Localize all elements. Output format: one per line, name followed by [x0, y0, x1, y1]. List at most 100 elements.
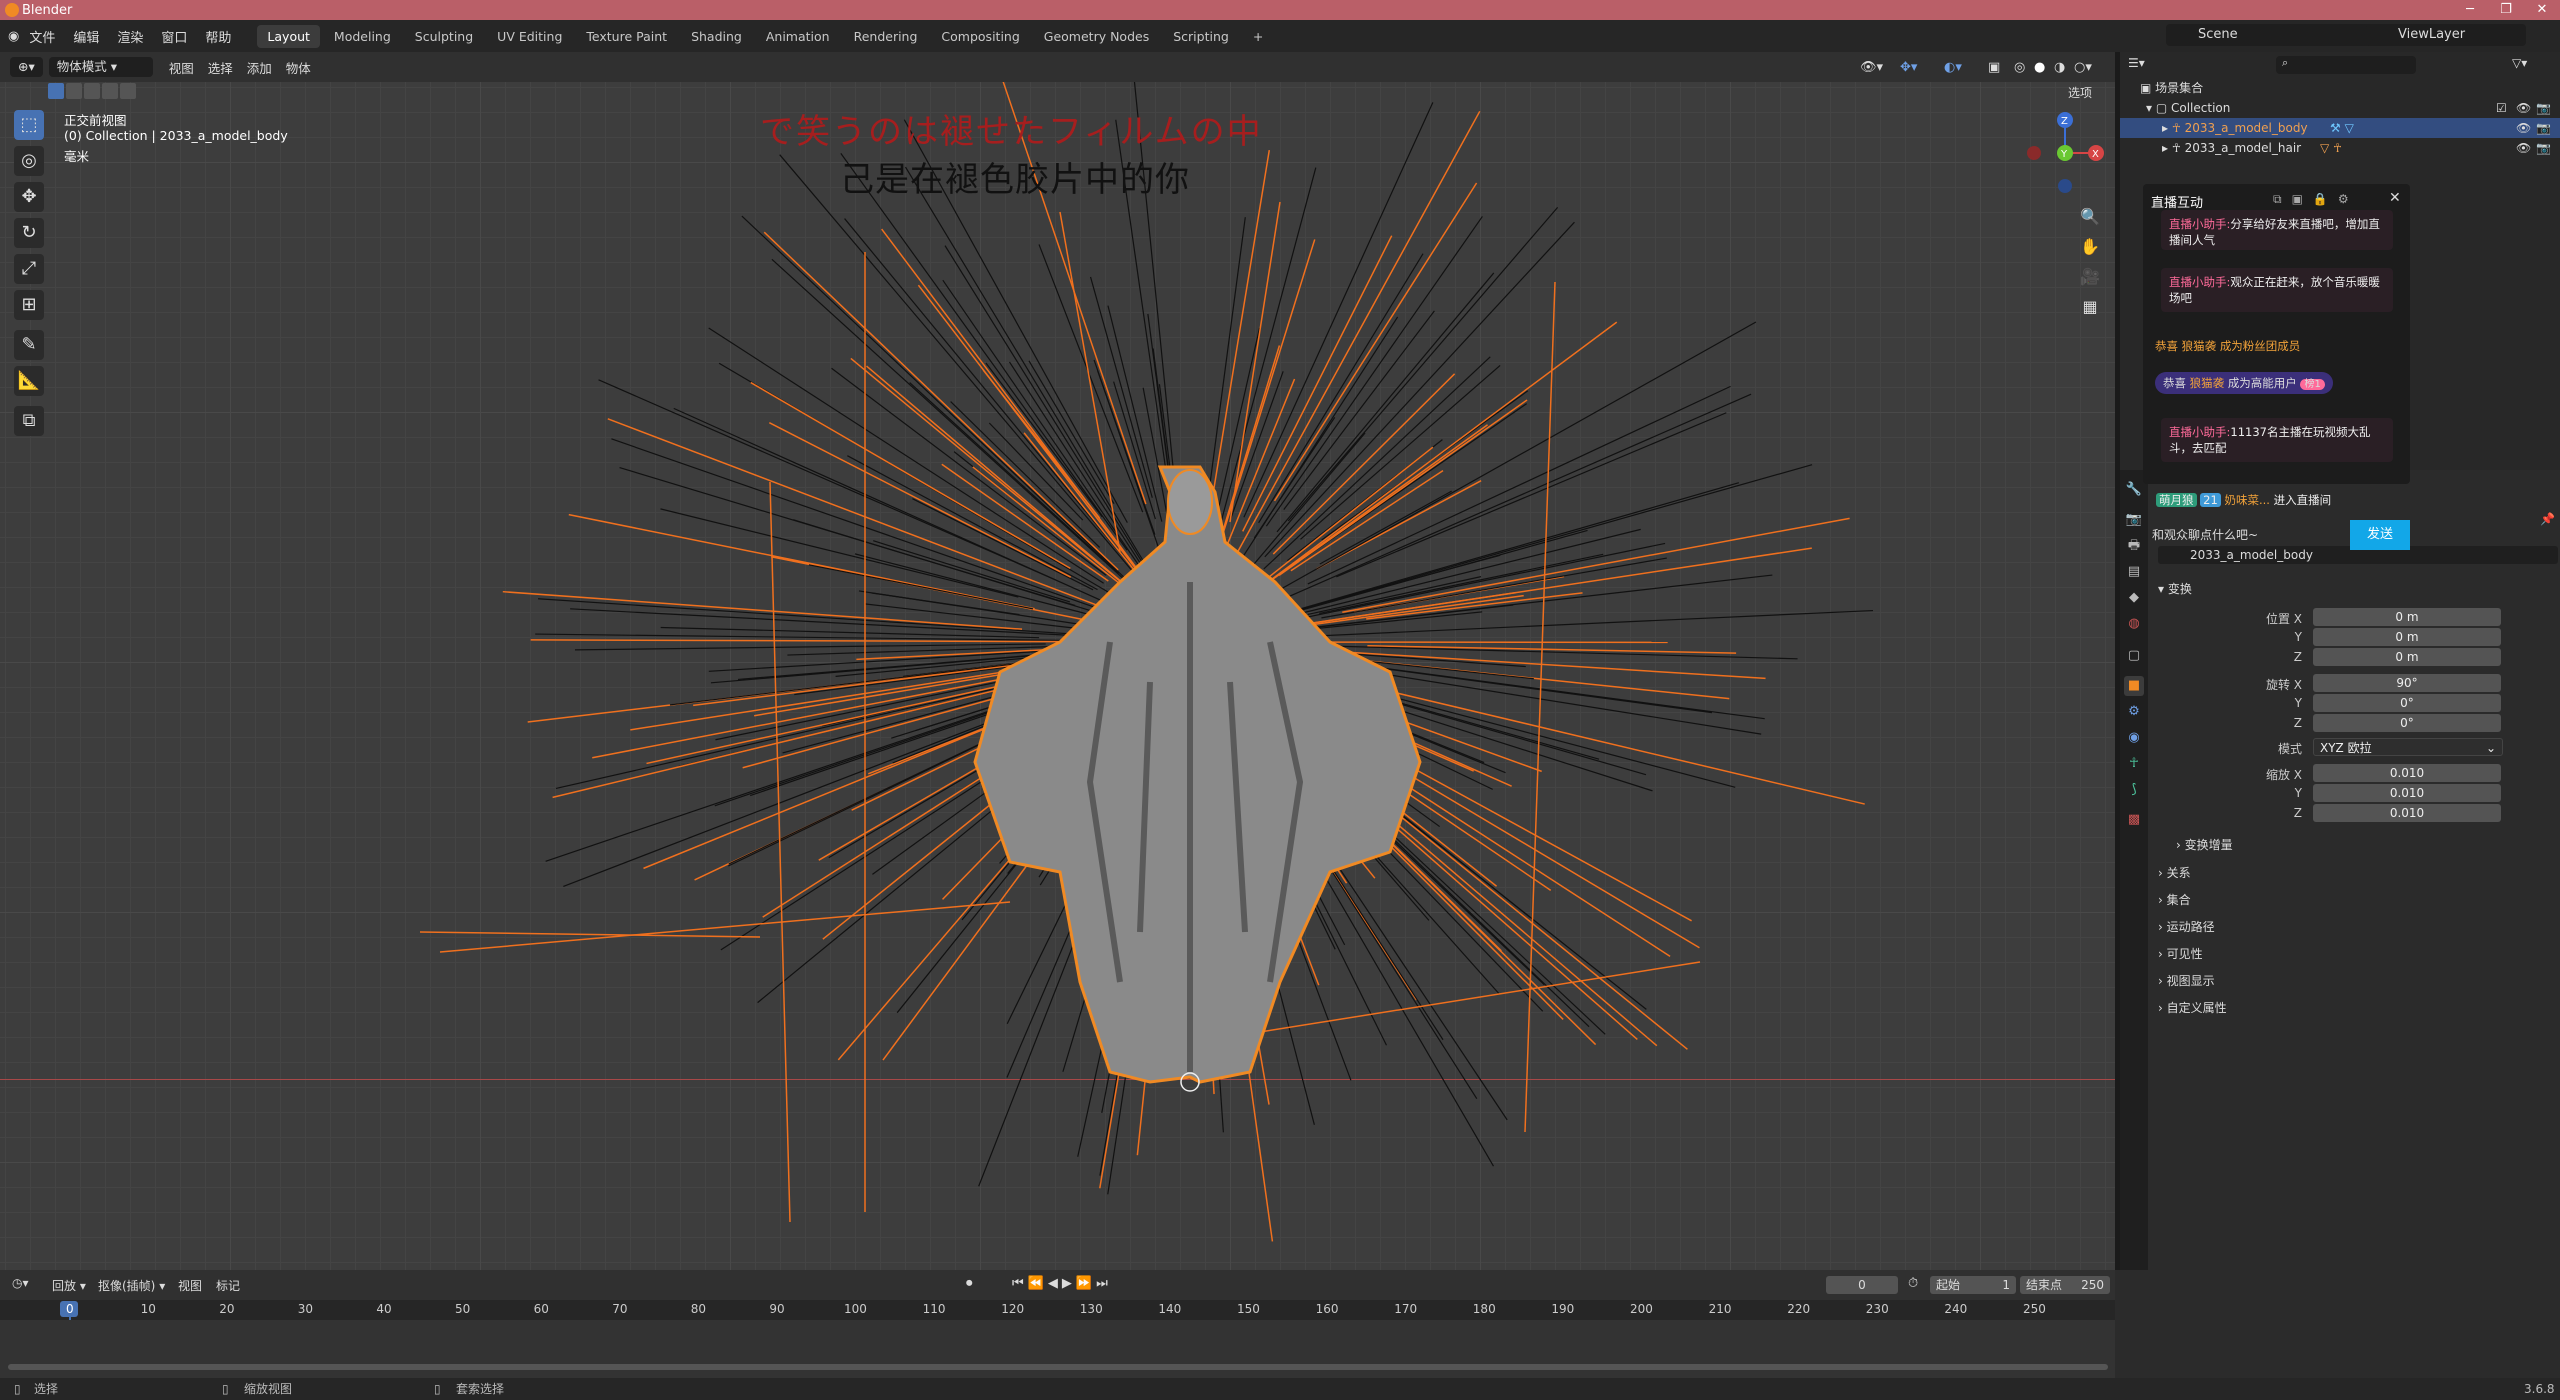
menu-timeline-view[interactable]: 视图	[178, 1277, 202, 1294]
rotation-mode-select[interactable]: XYZ 欧拉 ⌄	[2313, 738, 2503, 756]
tab-modeling[interactable]: Modeling	[324, 25, 401, 48]
tab-compositing[interactable]: Compositing	[931, 25, 1029, 48]
xray-icon[interactable]: ▣	[1988, 60, 2000, 75]
end-frame-field[interactable]: 结束点 250	[2020, 1276, 2110, 1294]
menu-select[interactable]: 选择	[208, 58, 233, 77]
outliner-item-hair[interactable]: ▸ ☥ 2033_a_model_hair ▽ ☥ 👁 📷	[2120, 138, 2560, 158]
body-visibility-icon[interactable]: 👁	[2516, 118, 2531, 138]
collection-render-icon[interactable]: 📷	[2536, 98, 2551, 118]
clock-icon[interactable]: ⏱	[1908, 1276, 1918, 1291]
hair-render-icon[interactable]: 📷	[2536, 138, 2551, 158]
chat-input[interactable]: 和观众聊点什么吧~	[2152, 526, 2258, 543]
texture-tab-icon[interactable]: ▩	[2124, 810, 2144, 830]
output-tab-icon[interactable]: 🖶	[2124, 536, 2144, 556]
physics-tab-icon[interactable]: ◉	[2124, 728, 2144, 748]
collection-tab-icon[interactable]: ▢	[2124, 646, 2144, 666]
menu-render[interactable]: 渲染	[117, 27, 143, 46]
overlay-toggle-icon[interactable]: ◐▾	[1944, 60, 1962, 75]
rotation-y-field[interactable]: 0°	[2313, 694, 2501, 712]
wireframe-shading-icon[interactable]: ◎	[2014, 60, 2025, 75]
current-frame-field[interactable]: 0	[1826, 1276, 1898, 1294]
location-y-field[interactable]: 0 m	[2313, 628, 2501, 646]
tool-tab-icon[interactable]: 🔧	[2124, 480, 2144, 500]
tab-animation[interactable]: Animation	[756, 25, 840, 48]
exclude-checkbox-icon[interactable]: ☑	[2496, 98, 2507, 118]
rotation-z-field[interactable]: 0°	[2313, 714, 2501, 732]
playback-controls[interactable]: ⏮⏪◀▶⏩⏭	[1012, 1276, 1112, 1291]
location-z-field[interactable]: 0 m	[2313, 648, 2501, 666]
close-window-icon[interactable]: ✕	[2524, 0, 2560, 20]
menu-view[interactable]: 视图	[169, 58, 194, 77]
solid-shading-icon[interactable]: ●	[2034, 60, 2045, 75]
menu-playback[interactable]: 回放 ▾	[52, 1277, 86, 1294]
scale-y-field[interactable]: 0.010	[2313, 784, 2501, 802]
menu-add[interactable]: 添加	[247, 58, 272, 77]
3d-viewport[interactable]: 正交前视图 (0) Collection | 2033_a_model_body…	[0, 82, 2115, 1270]
viewport-display-section[interactable]: › 视图显示	[2158, 972, 2215, 989]
timeline-editor-icon[interactable]: ◷▾	[12, 1276, 29, 1290]
visibility-section[interactable]: › 可见性	[2158, 945, 2203, 962]
menu-help[interactable]: 帮助	[205, 27, 231, 46]
menu-marker[interactable]: 标记	[216, 1277, 240, 1294]
custom-properties-section[interactable]: › 自定义属性	[2158, 999, 2227, 1016]
motion-paths-section[interactable]: › 运动路径	[2158, 918, 2215, 935]
outliner-item-body[interactable]: ▸ ☥ 2033_a_model_body ⚒ ▽ 👁 📷	[2120, 118, 2560, 138]
tab-shading[interactable]: Shading	[681, 25, 752, 48]
outliner-search-input[interactable]: ⌕	[2276, 56, 2416, 74]
hair-visibility-icon[interactable]: 👁	[2516, 138, 2531, 158]
scene-tab-icon[interactable]: ◆	[2124, 588, 2144, 608]
world-tab-icon[interactable]: ◍	[2124, 614, 2144, 634]
object-tab-icon[interactable]: ■	[2124, 676, 2144, 696]
menu-keying[interactable]: 抠像(插帧) ▾	[98, 1277, 165, 1294]
menu-edit[interactable]: 编辑	[73, 27, 99, 46]
scene-selector[interactable]: Scene	[2166, 24, 2386, 46]
mode-select[interactable]: 物体模式 ▾	[48, 57, 153, 77]
outliner-collection[interactable]: ▾ ▢ Collection ☑ 👁 📷	[2120, 98, 2560, 118]
editor-type-button[interactable]: ⊕▾	[10, 57, 43, 77]
timeline-scrollbar[interactable]	[8, 1364, 2108, 1370]
outliner-scene-collection[interactable]: ▣ 场景集合	[2120, 78, 2560, 98]
menu-window[interactable]: 窗口	[161, 27, 187, 46]
live-toolbar-icons[interactable]: ⧉▣🔒⚙	[2273, 192, 2359, 207]
gizmo-toggle-icon[interactable]: ✥▾	[1900, 60, 1917, 75]
transform-section-header[interactable]: ▾ 变换	[2158, 580, 2192, 597]
rendered-shading-icon[interactable]: ○▾	[2074, 60, 2092, 75]
menu-file[interactable]: 文件	[29, 27, 55, 46]
location-x-field[interactable]: 0 m	[2313, 608, 2501, 626]
constraint-tab-icon[interactable]: ☥	[2124, 754, 2144, 774]
auto-key-icon[interactable]: ⏺	[966, 1276, 973, 1291]
tab-rendering[interactable]: Rendering	[844, 25, 928, 48]
view-layer-tab-icon[interactable]: ▤	[2124, 562, 2144, 582]
visibility-icon[interactable]: 👁▾	[1860, 60, 1883, 75]
render-tab-icon[interactable]: 📷	[2124, 510, 2144, 530]
collections-section[interactable]: › 集合	[2158, 891, 2191, 908]
view-layer-selector[interactable]: ViewLayer	[2366, 24, 2526, 46]
tab-layout[interactable]: Layout	[257, 24, 320, 48]
collection-visibility-icon[interactable]: 👁	[2516, 98, 2531, 118]
add-workspace-button[interactable]: +	[1243, 25, 1273, 48]
scale-x-field[interactable]: 0.010	[2313, 764, 2501, 782]
live-close-icon[interactable]: ✕	[2389, 190, 2401, 206]
rotation-x-field[interactable]: 90°	[2313, 674, 2501, 692]
minimize-icon[interactable]: ─	[2452, 0, 2488, 20]
delta-transform-section[interactable]: › 变换增量	[2176, 836, 2233, 853]
body-render-icon[interactable]: 📷	[2536, 118, 2551, 138]
send-button[interactable]: 发送	[2350, 520, 2410, 550]
data-tab-icon[interactable]: ⟆	[2124, 780, 2144, 800]
outliner-editor-icon[interactable]: ☰▾	[2128, 56, 2145, 70]
tab-scripting[interactable]: Scripting	[1163, 25, 1239, 48]
tab-geometry-nodes[interactable]: Geometry Nodes	[1034, 25, 1159, 48]
pin-icon[interactable]: 📌	[2540, 512, 2555, 526]
tab-texture-paint[interactable]: Texture Paint	[576, 25, 677, 48]
modifier-tab-icon[interactable]: ⚙	[2124, 702, 2144, 722]
scale-z-field[interactable]: 0.010	[2313, 804, 2501, 822]
start-frame-field[interactable]: 起始 1	[1930, 1276, 2016, 1294]
filter-icon[interactable]: ▽▾	[2512, 56, 2527, 70]
tab-uv-editing[interactable]: UV Editing	[487, 25, 572, 48]
menu-object[interactable]: 物体	[286, 58, 311, 77]
blender-menu-icon[interactable]: ◉	[8, 29, 19, 44]
tab-sculpting[interactable]: Sculpting	[405, 25, 483, 48]
relations-section[interactable]: › 关系	[2158, 864, 2191, 881]
maximize-icon[interactable]: ❐	[2488, 0, 2524, 20]
material-shading-icon[interactable]: ◑	[2054, 60, 2065, 75]
